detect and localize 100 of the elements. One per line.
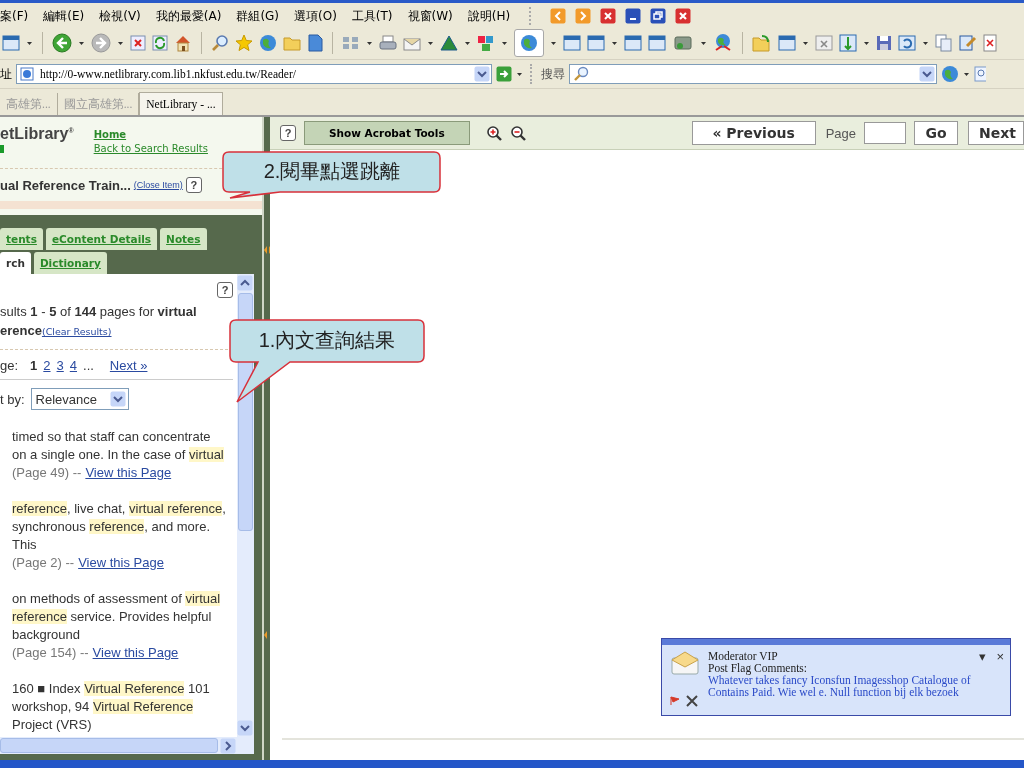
logo-text: etLibrary$^{®}$ xyxy=(0,125,74,143)
menu-item[interactable]: 我的最愛(A) xyxy=(155,7,222,25)
copy-icon[interactable] xyxy=(935,34,953,52)
options-caret[interactable]: ▾ xyxy=(979,650,987,663)
page-link[interactable]: 2 xyxy=(43,358,51,373)
window-icon[interactable] xyxy=(563,35,581,51)
view-page-link[interactable]: View this Page xyxy=(78,555,164,570)
help-icon[interactable]: ? xyxy=(217,282,233,298)
search-icon[interactable] xyxy=(211,34,229,52)
forward-icon[interactable] xyxy=(91,33,111,53)
panel-icon[interactable] xyxy=(839,34,857,52)
menu-item[interactable]: 案(F) xyxy=(0,7,29,25)
window-icon[interactable] xyxy=(2,35,20,51)
document-icon[interactable] xyxy=(307,34,323,52)
home-icon[interactable] xyxy=(174,34,192,52)
item-title: ual Reference Train... xyxy=(0,177,131,193)
page-link[interactable]: 3 xyxy=(56,358,64,373)
scrollbar[interactable] xyxy=(0,737,254,754)
go-button[interactable]: Go xyxy=(914,121,958,145)
popup-message: Whatever takes fancy Iconsfun Imagesshop Catalogue of Contains Paid. Wie wel e. Null function bij elk bezoek xyxy=(708,674,972,698)
link[interactable]: Home xyxy=(93,129,208,140)
save-icon[interactable] xyxy=(876,35,892,51)
show-acrobat-tools-button[interactable]: Show Acrobat Tools xyxy=(304,121,470,145)
popup-handle[interactable] xyxy=(662,639,1010,645)
flag-icon[interactable] xyxy=(670,696,680,706)
address-label: 址 xyxy=(0,65,12,83)
search-icon xyxy=(573,66,589,82)
sort-dropdown[interactable]: Relevance xyxy=(30,388,129,410)
panel-tab[interactable]: rch xyxy=(0,252,31,274)
delete-icon[interactable] xyxy=(686,695,698,707)
pager-ellipsis: ... xyxy=(83,358,94,373)
globe-icon[interactable] xyxy=(259,34,277,52)
scrollbar-thumb[interactable] xyxy=(0,738,218,753)
minimize-icon[interactable] xyxy=(625,8,642,24)
menu-item[interactable]: 選項(O) xyxy=(294,7,337,25)
address-field[interactable]: http://0-www.netlibrary.com.lib1.nkfust.edu.tw/Reader/ xyxy=(16,64,492,84)
menu-item[interactable]: 群組(G) xyxy=(236,7,280,25)
menu-item[interactable]: 視窗(W) xyxy=(407,7,453,25)
menu-item[interactable]: 說明(H) xyxy=(467,7,511,25)
window-icon[interactable] xyxy=(778,35,796,51)
help-icon[interactable]: ? xyxy=(280,125,296,141)
page-field[interactable] xyxy=(864,122,906,144)
printer-icon[interactable] xyxy=(379,34,397,52)
undo-icon[interactable] xyxy=(898,35,916,51)
star-icon[interactable] xyxy=(235,34,253,52)
scroll-right-icon[interactable] xyxy=(220,737,236,754)
refresh-icon[interactable] xyxy=(152,35,168,51)
dropdown-icon xyxy=(109,391,126,407)
url-text: http://0-www.netlibrary.com.lib1.nkfust.edu.tw/Reader/ xyxy=(40,68,297,80)
result-snippet: reference, live chat, virtual reference, synchronous reference, and more. This xyxy=(12,500,227,554)
zoom-in-icon[interactable] xyxy=(485,125,502,141)
window-icon[interactable] xyxy=(648,35,666,51)
window-icon[interactable] xyxy=(624,35,642,51)
globe-button[interactable] xyxy=(514,29,544,57)
mail-icon[interactable] xyxy=(403,35,421,51)
dropdown-icon[interactable] xyxy=(919,66,935,82)
network-globe-icon[interactable] xyxy=(713,33,733,53)
result-snippet: 160 ■ Index Virtual Reference 101 workshop, 94 Virtual Reference Project (VRS) xyxy=(12,680,211,734)
help-icon[interactable]: ? xyxy=(185,177,202,193)
callout-text: 1.內文查詢結果 xyxy=(258,327,396,353)
link[interactable]: Back to Search Results xyxy=(93,143,208,154)
close-item-link[interactable]: (Close Item) xyxy=(133,180,183,190)
result-snippet: timed so that staff can concentrate on a single one. In the case of virtual xyxy=(12,428,225,464)
close-button[interactable]: × xyxy=(996,650,1004,663)
dropdown-icon[interactable] xyxy=(474,66,490,82)
previous-button[interactable]: « Previous xyxy=(691,121,816,145)
zoom-out-icon[interactable] xyxy=(509,125,526,141)
popup-subtitle: Post Flag Comments: xyxy=(708,662,809,674)
search-field[interactable] xyxy=(569,64,937,84)
folder-icon[interactable] xyxy=(752,34,772,52)
view-page-link[interactable]: View this Page xyxy=(85,465,172,480)
back-icon[interactable] xyxy=(52,33,72,53)
blocks-icon[interactable] xyxy=(477,34,495,52)
scroll-up-icon[interactable] xyxy=(237,275,253,291)
scroll-down-icon[interactable] xyxy=(237,720,253,736)
logo-mark xyxy=(0,145,4,153)
restore-icon[interactable] xyxy=(650,8,667,24)
next-button[interactable]: Next xyxy=(968,121,1024,145)
drive-icon[interactable] xyxy=(672,34,694,52)
menu-item[interactable]: 編輯(E) xyxy=(43,7,85,25)
view-page-link[interactable]: View this Page xyxy=(92,645,179,660)
clear-results-link[interactable]: (Clear Results) xyxy=(41,326,112,337)
close-document-icon[interactable] xyxy=(983,34,997,52)
menu-item[interactable]: 工具(T) xyxy=(351,7,393,25)
next-link[interactable]: Next » xyxy=(109,358,148,373)
close-icon[interactable] xyxy=(600,8,617,24)
search-page-icon[interactable] xyxy=(974,66,986,82)
browser-tab[interactable]: NetLibrary - ... xyxy=(139,92,223,115)
sort-label: t by: xyxy=(0,391,25,407)
envelope-icon xyxy=(670,650,700,676)
menu-item[interactable]: 檢視(V) xyxy=(99,7,141,25)
close-icon[interactable] xyxy=(675,8,692,24)
page-link[interactable]: 4 xyxy=(69,358,77,373)
window-icon[interactable] xyxy=(815,35,833,51)
results-summary: sults 1 - 5 of 144 pages for virtual xyxy=(0,304,197,319)
window-icon[interactable] xyxy=(587,35,605,51)
edit-document-icon[interactable] xyxy=(959,34,977,52)
page-number: (Page 154) -- xyxy=(12,645,89,660)
triangle-icon[interactable] xyxy=(440,34,458,52)
stop-icon[interactable] xyxy=(130,35,146,51)
